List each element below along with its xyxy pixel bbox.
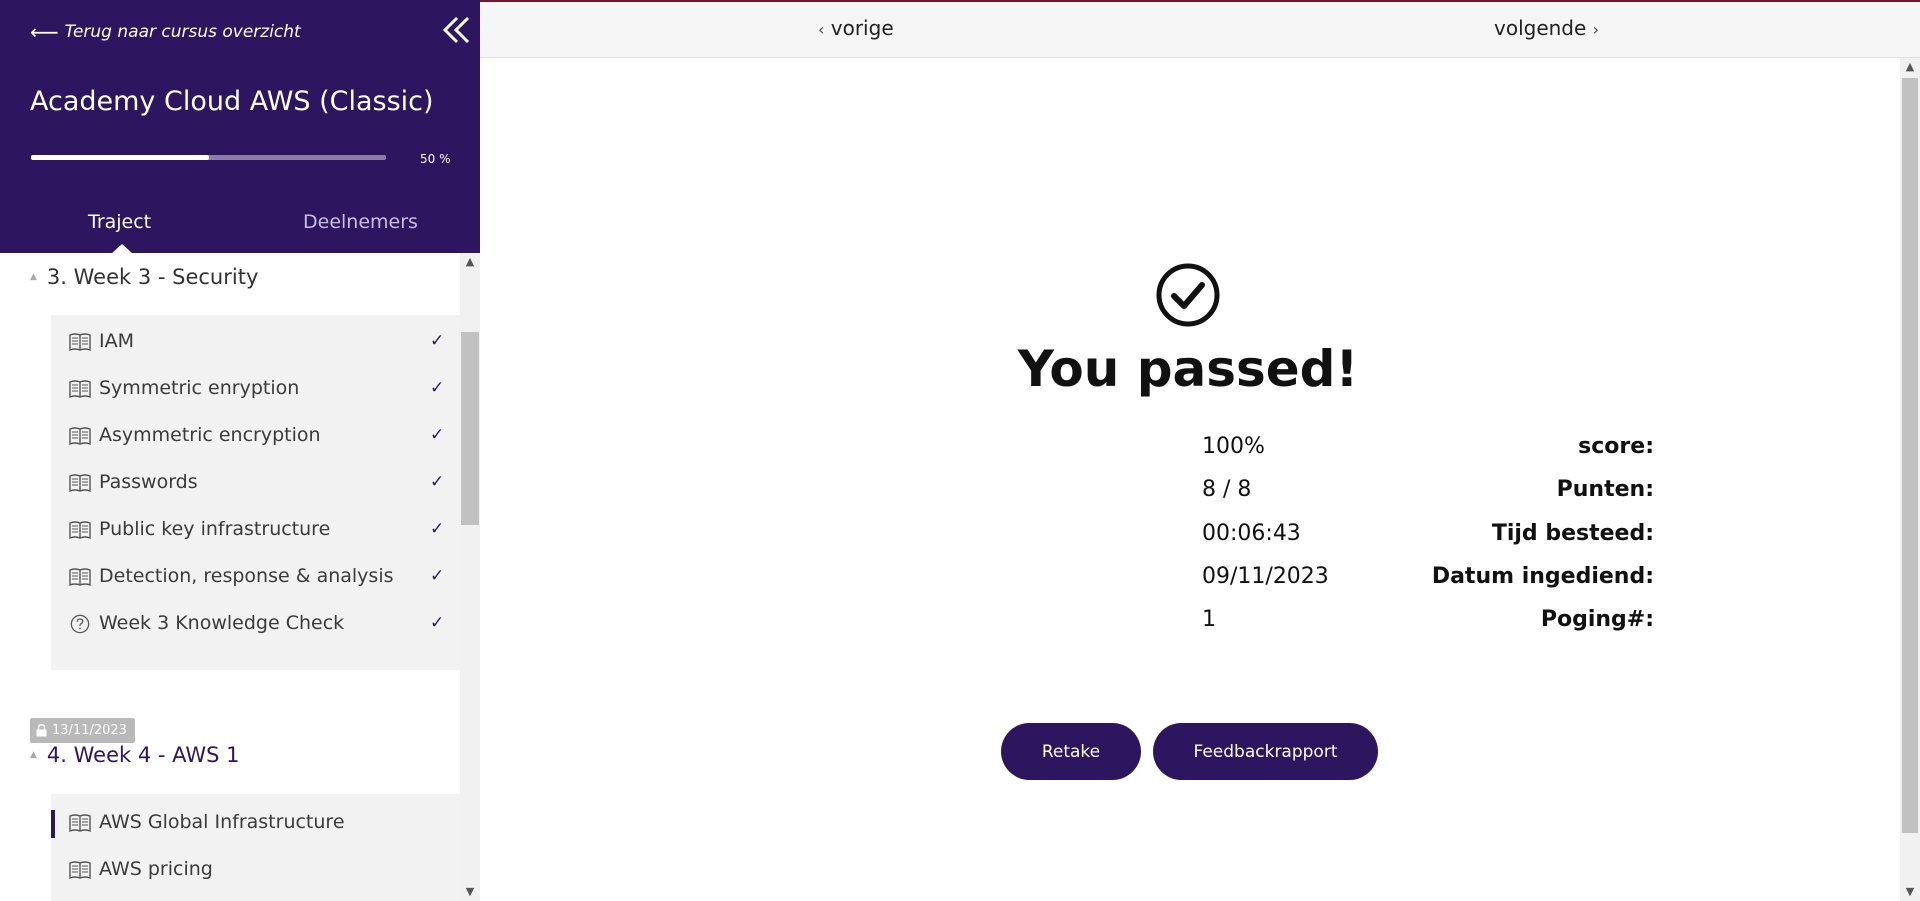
previous-label: vorige (830, 16, 894, 40)
lesson-aws-pricing[interactable]: AWS pricing (51, 849, 460, 889)
book-icon (69, 861, 91, 880)
completed-check-icon: ✓ (430, 566, 445, 586)
lesson-label: AWS pricing (99, 858, 213, 880)
chevron-right-icon: › (1592, 20, 1600, 39)
lesson-public-key-infrastructure[interactable]: Public key infrastructure ✓ (51, 509, 460, 549)
stat-value: 00:06:43 (1202, 521, 1301, 546)
sidebar-course-outline: ▲ 3. Week 3 - Security IAM ✓ Symmetric e… (0, 253, 460, 901)
double-chevron-left-icon[interactable] (440, 14, 472, 46)
book-icon (69, 521, 91, 540)
book-icon (69, 427, 91, 446)
lesson-label: Week 3 Knowledge Check (99, 612, 345, 634)
lesson-passwords[interactable]: Passwords ✓ (51, 462, 460, 502)
back-to-overview-link[interactable]: ⟵ Terug naar cursus overzicht (30, 20, 301, 44)
stat-label: score: (1578, 434, 1654, 459)
lesson-label: Symmetric enryption (99, 377, 300, 399)
lesson-symmetric-encryption[interactable]: Symmetric enryption ✓ (51, 368, 460, 408)
book-icon (69, 333, 91, 352)
chevron-left-icon: ‹ (818, 20, 825, 39)
stat-label: Punten: (1556, 477, 1654, 502)
course-progress-bar (31, 155, 386, 160)
sidebar-header: ⟵ Terug naar cursus overzicht Academy Cl… (0, 0, 480, 253)
completed-check-icon: ✓ (430, 472, 445, 492)
main-scroll-thumb[interactable] (1902, 78, 1918, 833)
previous-lesson-link[interactable]: ‹ vorige (818, 16, 894, 40)
stat-value: 09/11/2023 (1202, 564, 1329, 589)
stat-label: Datum ingediend: (1431, 564, 1654, 589)
retake-button[interactable]: Retake (1001, 723, 1141, 780)
stat-poging: Poging#: 1 (480, 607, 1896, 639)
sidebar-scrollbar[interactable]: ▲ ▼ (460, 253, 480, 901)
section-title: 4. Week 4 - AWS 1 (46, 743, 240, 767)
lesson-navigation-bar: ‹ vorige volgende › (480, 0, 1920, 58)
feedback-report-button[interactable]: Feedbackrapport (1153, 723, 1378, 780)
book-icon (69, 474, 91, 493)
lock-icon (36, 724, 47, 737)
course-progress-fill (31, 155, 209, 160)
completed-check-icon: ✓ (430, 613, 445, 633)
completed-check-icon: ✓ (430, 331, 445, 351)
section-week-3[interactable]: ▲ 3. Week 3 - Security (30, 265, 258, 289)
section-week-3-lessons: IAM ✓ Symmetric enryption ✓ Asymmetric e… (51, 315, 460, 670)
section-unlock-date-badge: 13/11/2023 (30, 718, 135, 743)
sidebar-scroll-thumb[interactable] (461, 332, 479, 525)
active-lesson-indicator (51, 810, 55, 838)
completed-check-icon: ✓ (430, 378, 445, 398)
back-link-label: Terug naar cursus overzicht (64, 22, 301, 42)
active-tab-indicator (112, 244, 132, 253)
check-circle-icon (1156, 263, 1220, 327)
book-icon (69, 568, 91, 587)
tab-deelnemers[interactable]: Deelnemers (303, 211, 418, 233)
collapse-triangle-icon: ▲ (30, 272, 37, 282)
scroll-up-arrow-icon[interactable]: ▲ (1900, 58, 1920, 76)
lesson-iam[interactable]: IAM ✓ (51, 321, 460, 361)
book-icon (69, 814, 91, 833)
lesson-aws-global-infrastructure[interactable]: AWS Global Infrastructure (51, 802, 460, 842)
section-week-4[interactable]: ▲ 4. Week 4 - AWS 1 (30, 743, 239, 767)
lesson-detection-response-analysis[interactable]: Detection, response & analysis ✓ (51, 556, 460, 596)
course-sidebar: ⟵ Terug naar cursus overzicht Academy Cl… (0, 0, 480, 901)
lesson-week-3-knowledge-check[interactable]: Week 3 Knowledge Check ✓ (51, 603, 460, 643)
completed-check-icon: ✓ (430, 519, 445, 539)
course-progress-percent: 50 % (420, 152, 451, 166)
book-icon (69, 380, 91, 399)
lesson-label: Detection, response & analysis (99, 565, 394, 587)
stat-value: 8 / 8 (1202, 477, 1252, 502)
scroll-up-arrow-icon[interactable]: ▲ (460, 253, 480, 271)
scroll-down-arrow-icon[interactable]: ▼ (1900, 883, 1920, 901)
lesson-label: Public key infrastructure (99, 518, 331, 540)
collapse-triangle-icon: ▲ (30, 750, 37, 760)
stat-datum-ingediend: Datum ingediend: 09/11/2023 (480, 564, 1896, 596)
result-title: You passed! (1017, 340, 1359, 398)
stat-label: Poging#: (1540, 607, 1654, 632)
next-label: volgende (1494, 16, 1587, 40)
lesson-label: AWS Global Infrastructure (99, 811, 345, 833)
main-content: ‹ vorige volgende › You passed! score: 1… (480, 0, 1920, 901)
lesson-asymmetric-encryption[interactable]: Asymmetric encryption ✓ (51, 415, 460, 455)
stat-label: Tijd besteed: (1491, 521, 1654, 546)
section-title: 3. Week 3 - Security (46, 265, 259, 289)
stat-tijd-besteed: Tijd besteed: 00:06:43 (480, 521, 1896, 553)
lesson-label: Asymmetric encryption (99, 424, 321, 446)
lesson-label: IAM (99, 330, 134, 352)
stat-value: 100% (1202, 434, 1265, 459)
scroll-down-arrow-icon[interactable]: ▼ (460, 883, 480, 901)
main-scrollbar[interactable]: ▲ ▼ (1900, 58, 1920, 901)
date-badge-label: 13/11/2023 (52, 723, 127, 738)
stat-punten: Punten: 8 / 8 (480, 477, 1896, 509)
stat-score: score: 100% (480, 434, 1896, 466)
question-circle-icon (70, 614, 90, 634)
tab-traject[interactable]: Traject (88, 211, 151, 233)
completed-check-icon: ✓ (430, 425, 445, 445)
lesson-label: Passwords (99, 471, 198, 493)
arrow-left-icon: ⟵ (30, 20, 59, 44)
course-title: Academy Cloud AWS (Classic) (30, 86, 434, 117)
section-week-4-lessons: AWS Global Infrastructure AWS pricing (51, 794, 460, 901)
stat-value: 1 (1202, 607, 1216, 632)
next-lesson-link[interactable]: volgende › (1494, 16, 1599, 40)
